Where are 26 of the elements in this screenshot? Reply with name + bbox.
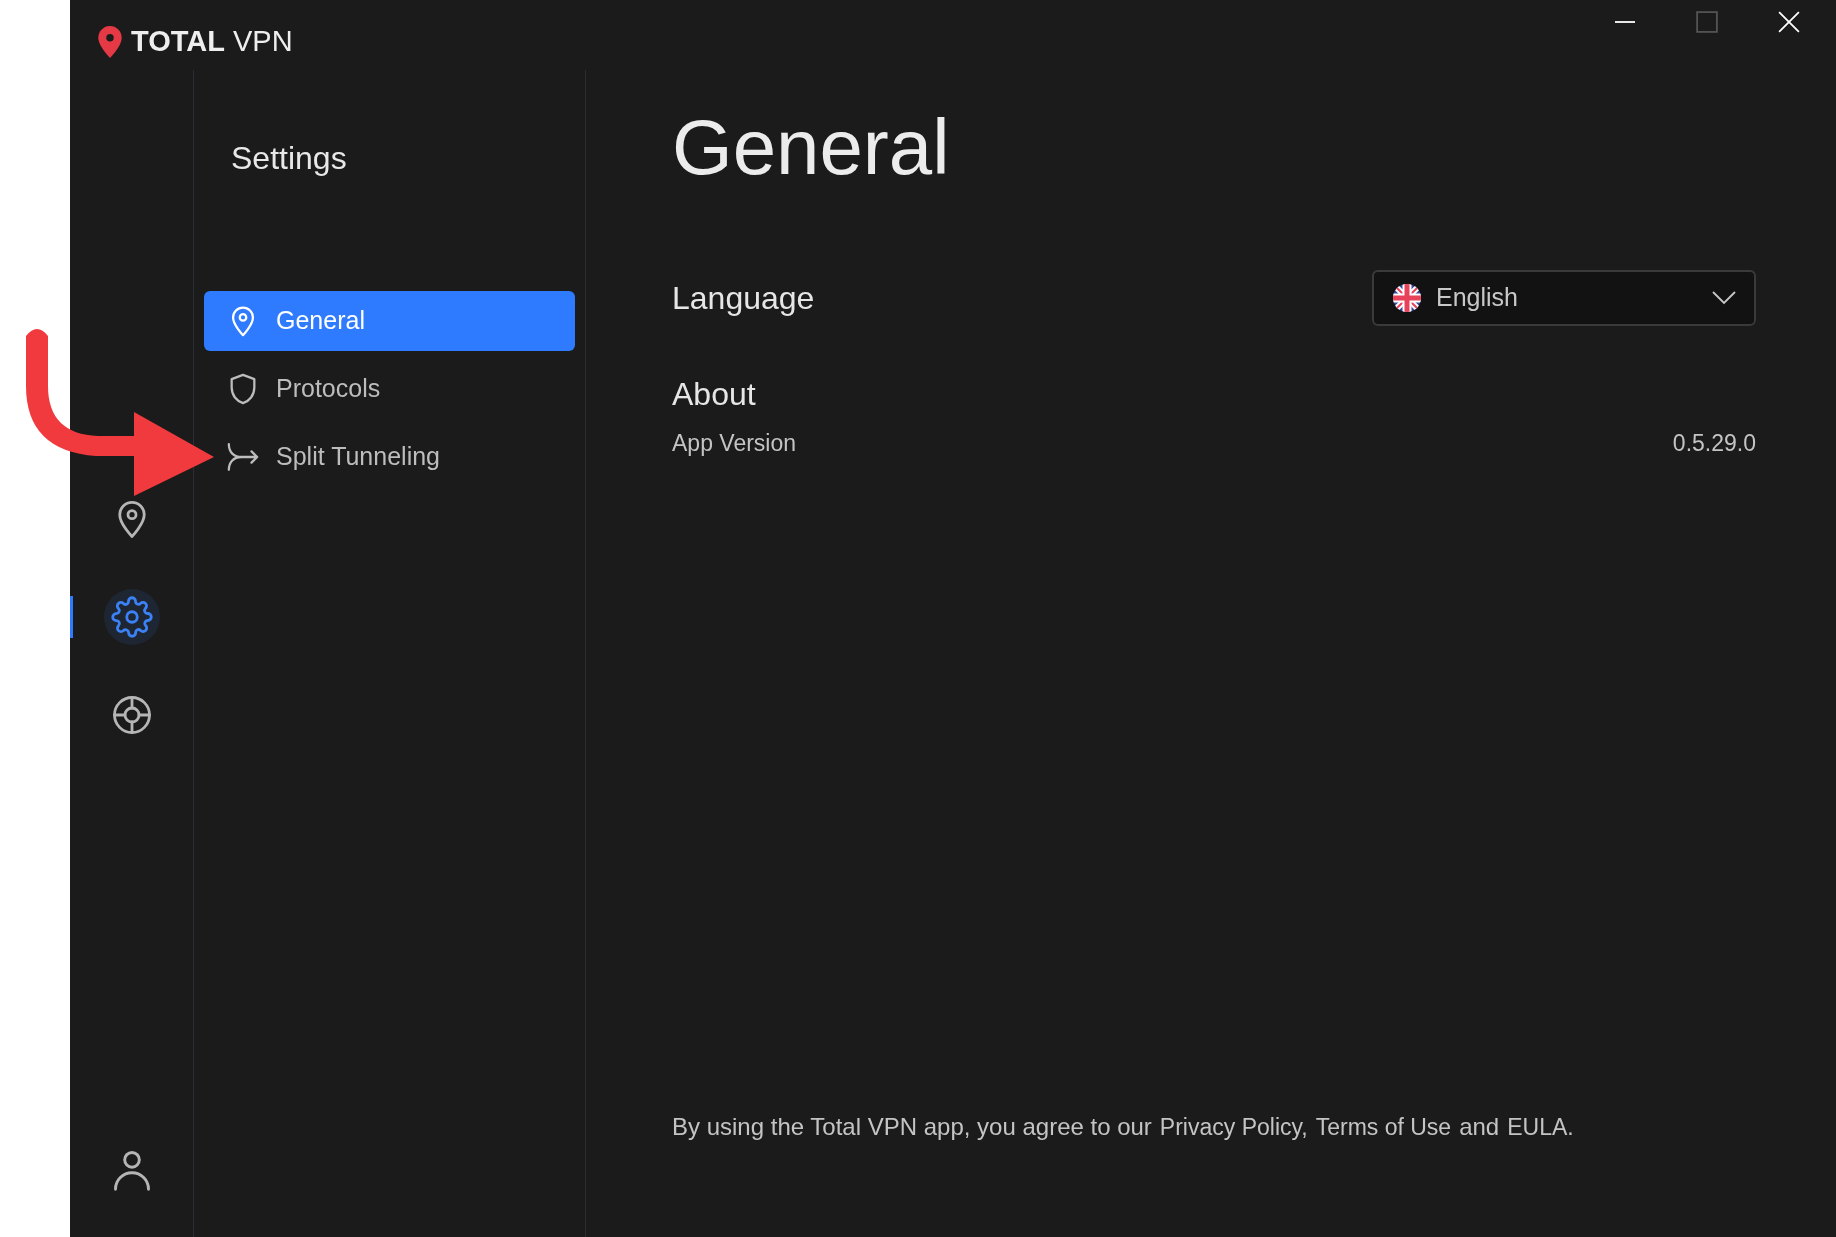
maximize-icon	[1696, 11, 1718, 33]
settings-nav-item[interactable]: Protocols	[204, 359, 575, 419]
settings-nav-item[interactable]: Split Tunneling	[204, 427, 575, 487]
page-title: General	[672, 102, 951, 193]
legal-text: By using the Total VPN app, you agree to our	[672, 1112, 1152, 1142]
settings-nav-item[interactable]: General	[204, 291, 575, 351]
about-row-label: App Version	[672, 429, 797, 458]
about-row-value: 0.5.29.0	[1672, 429, 1756, 458]
minimize-icon	[1614, 21, 1636, 23]
legal-link[interactable]: Terms of Use	[1315, 1110, 1452, 1145]
legal-link[interactable]: Privacy Policy,	[1159, 1110, 1308, 1145]
legal-link[interactable]: EULA.	[1507, 1110, 1574, 1145]
uk-flag-icon	[1392, 283, 1422, 313]
chevron-down-icon	[1712, 291, 1736, 305]
active-indicator	[70, 596, 73, 638]
logo-pin-icon	[97, 24, 123, 59]
close-icon	[1778, 11, 1800, 33]
legal-text: and	[1459, 1112, 1500, 1142]
app-logo-text: TOTAL VPN	[131, 24, 293, 59]
split-arrow-icon	[226, 440, 260, 474]
language-dropdown[interactable]: English	[1372, 270, 1756, 326]
about-heading: About	[672, 375, 757, 414]
lifebuoy-icon	[110, 694, 153, 736]
settings-heading: Settings	[230, 139, 348, 178]
settings-icon	[110, 596, 153, 638]
language-label: Language	[672, 279, 815, 318]
